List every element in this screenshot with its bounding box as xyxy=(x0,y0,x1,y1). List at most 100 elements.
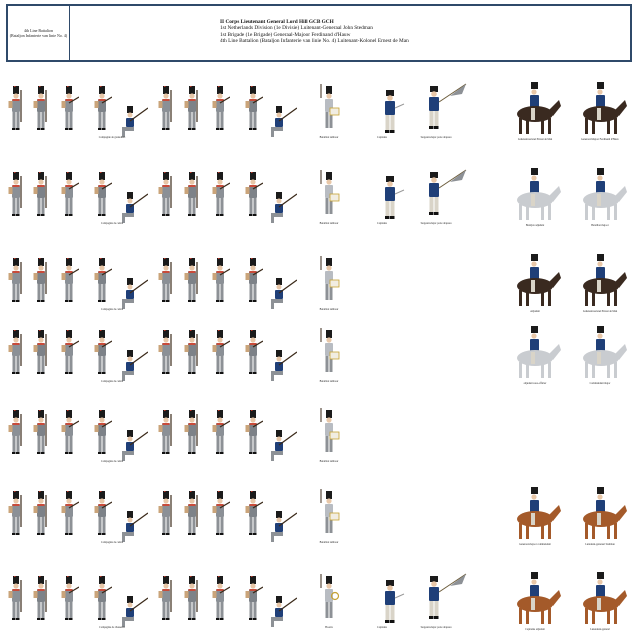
unit-label-line-2: (Bataljon Infanterie van linie No. 4) xyxy=(9,33,68,38)
mounted-caption: Generaal-majoor commandant xyxy=(519,543,551,546)
infantry-figure-icon xyxy=(210,86,230,134)
infantry-figure-icon xyxy=(182,410,202,458)
infantry-figure-icon xyxy=(156,410,176,458)
kneeling-figure-icon xyxy=(267,344,297,382)
horse-rider-icon xyxy=(509,572,561,628)
kneeling-figure-icon xyxy=(118,272,148,310)
musician-figure-icon xyxy=(318,489,340,539)
infantry-figure-icon xyxy=(182,86,202,134)
officer-caption: Sergeant-major porte drapeau xyxy=(420,222,452,225)
infantry-figure-icon xyxy=(156,258,176,306)
title-block: 4th Line Battalion (Bataljon Infanterie … xyxy=(6,4,632,62)
officer-figure-icon xyxy=(420,82,468,134)
officer-figure-icon xyxy=(376,86,424,138)
horse-rider-icon xyxy=(575,168,627,224)
officer-figure-icon xyxy=(420,168,468,220)
infantry-figure-icon xyxy=(59,576,79,624)
infantry-figure-icon xyxy=(92,330,112,378)
musician-caption: Bataillon tambour xyxy=(319,460,339,463)
musician-caption: Bataillon tambour xyxy=(319,136,339,139)
infantry-figure-icon xyxy=(59,86,79,134)
mounted-caption: Luitenant-generaal Stedman xyxy=(585,543,615,546)
order-of-battle-text: II Corps Lieutenant General Lord Hill GC… xyxy=(220,19,409,44)
battalion-line: 4th Line Battalion (Bataljon Infanterie … xyxy=(220,37,409,44)
musician-figure-icon xyxy=(318,170,340,220)
infantry-figure-icon xyxy=(182,172,202,220)
infantry-figure-icon xyxy=(182,491,202,539)
unit-short-label: 4th Line Battalion (Bataljon Infanterie … xyxy=(8,6,70,60)
musician-figure-icon xyxy=(318,574,340,624)
mounted-caption: Commandant major xyxy=(589,382,611,385)
musician-figure-icon xyxy=(318,256,340,306)
musician-figure-icon xyxy=(318,84,340,134)
mounted-caption: Lieutenant-general xyxy=(590,628,610,631)
kneeling-figure-icon xyxy=(118,344,148,382)
infantry-figure-icon xyxy=(59,172,79,220)
infantry-figure-icon xyxy=(31,410,51,458)
infantry-figure-icon xyxy=(59,491,79,539)
musician-caption: Hoorns xyxy=(325,626,333,629)
officer-caption: Sergeant-major porte drapeau xyxy=(420,626,452,629)
horse-rider-icon xyxy=(575,82,627,138)
infantry-figure-icon xyxy=(156,576,176,624)
infantry-figure-icon xyxy=(59,330,79,378)
horse-rider-icon xyxy=(575,572,627,628)
mounted-caption: Generaal-Majoor Ferdinand d'Hauw xyxy=(581,138,619,141)
musician-figure-icon xyxy=(318,408,340,458)
mounted-caption: adjudant sous-officier xyxy=(523,382,547,385)
kneeling-figure-icon xyxy=(267,505,297,543)
officer-figure-icon xyxy=(420,572,468,624)
infantry-figure-icon xyxy=(243,491,263,539)
kneeling-figure-icon xyxy=(118,100,148,138)
officer-caption: Capitaine xyxy=(377,222,387,225)
horse-rider-icon xyxy=(509,168,561,224)
company-caption: Compagnie de centre xyxy=(100,460,124,463)
company-caption: Compagnie de centre xyxy=(100,308,124,311)
infantry-figure-icon xyxy=(210,491,230,539)
kneeling-figure-icon xyxy=(267,186,297,224)
mounted-caption: Bataillon majoor xyxy=(591,224,609,227)
horse-rider-icon xyxy=(575,487,627,543)
kneeling-figure-icon xyxy=(118,186,148,224)
kneeling-figure-icon xyxy=(118,505,148,543)
infantry-figure-icon xyxy=(243,576,263,624)
mounted-caption: Luitenant-kolonel Ernest de Man xyxy=(517,138,553,141)
infantry-figure-icon xyxy=(6,576,26,624)
horse-rider-icon xyxy=(509,326,561,382)
infantry-figure-icon xyxy=(6,330,26,378)
infantry-figure-icon xyxy=(92,576,112,624)
infantry-figure-icon xyxy=(92,491,112,539)
infantry-figure-icon xyxy=(31,172,51,220)
infantry-figure-icon xyxy=(31,258,51,306)
infantry-figure-icon xyxy=(92,86,112,134)
infantry-figure-icon xyxy=(210,172,230,220)
musician-caption: Bataillon tambour xyxy=(319,222,339,225)
infantry-figure-icon xyxy=(156,330,176,378)
infantry-figure-icon xyxy=(210,258,230,306)
musician-caption: Bataillon tambour xyxy=(319,308,339,311)
company-caption: Compagnie de grenadiers xyxy=(98,136,126,139)
infantry-figure-icon xyxy=(182,576,202,624)
infantry-figure-icon xyxy=(31,330,51,378)
kneeling-figure-icon xyxy=(267,424,297,462)
infantry-figure-icon xyxy=(210,410,230,458)
infantry-figure-icon xyxy=(182,258,202,306)
musician-caption: Bataillon tambour xyxy=(319,380,339,383)
infantry-figure-icon xyxy=(243,258,263,306)
horse-rider-icon xyxy=(575,326,627,382)
officer-caption: Capitaine xyxy=(377,626,387,629)
infantry-figure-icon xyxy=(92,410,112,458)
infantry-figure-icon xyxy=(243,172,263,220)
infantry-figure-icon xyxy=(6,172,26,220)
horse-rider-icon xyxy=(509,82,561,138)
mounted-caption: Luitenant-kolonel Ernest de Man xyxy=(582,310,618,313)
officer-figure-icon xyxy=(376,576,424,628)
company-caption: Compagnie de centre xyxy=(100,222,124,225)
infantry-figure-icon xyxy=(59,258,79,306)
infantry-figure-icon xyxy=(156,172,176,220)
infantry-figure-icon xyxy=(210,576,230,624)
officer-caption: Sergeant-major porte drapeau xyxy=(420,136,452,139)
horse-rider-icon xyxy=(509,487,561,543)
officer-figure-icon xyxy=(376,172,424,224)
company-caption: Compagnie de chasseurs xyxy=(99,626,125,629)
